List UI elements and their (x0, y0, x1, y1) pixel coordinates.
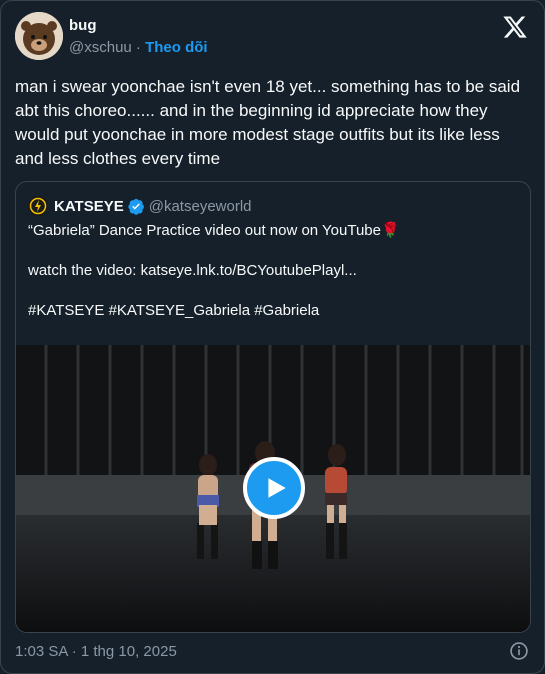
handle-separator: · (131, 39, 146, 56)
follow-button[interactable]: Theo dõi (145, 39, 208, 56)
play-button[interactable] (243, 457, 305, 519)
video-player[interactable] (16, 345, 530, 632)
tweet-text: man i swear yoonchae isn't even 18 yet..… (15, 77, 521, 168)
quoted-line-1: “Gabriela” Dance Practice video out now … (28, 222, 381, 239)
tweet-card: bug @xschuu · Theo dõi man i swear yoonc… (0, 0, 545, 674)
info-icon[interactable] (509, 641, 529, 661)
avatar[interactable] (15, 12, 63, 60)
quoted-hashtags: #KATSEYE #KATSEYE_Gabriela #Gabriela (28, 302, 320, 319)
tweet-timestamp[interactable]: 1:03 SA · 1 thg 10, 2025 (15, 643, 177, 660)
quoted-tweet[interactable]: KATSEYE @katseyeworld “Gabriela” Dance P… (15, 181, 531, 633)
quoted-display-name: KATSEYE (54, 197, 124, 215)
quoted-avatar (28, 196, 48, 216)
verified-icon (128, 198, 145, 215)
author-display-name[interactable]: bug (69, 16, 208, 35)
tweet-header: bug @xschuu · Theo dõi (15, 12, 530, 62)
play-icon (268, 478, 286, 498)
quoted-line-2: watch the video: katseye.lnk.to/BCYoutub… (28, 262, 357, 279)
rose-emoji: 🌹 (381, 222, 400, 239)
quoted-text: “Gabriela” Dance Practice video out now … (28, 221, 518, 321)
x-logo-icon[interactable] (502, 14, 528, 40)
quoted-handle: @katseyeworld (148, 197, 252, 215)
author-handle[interactable]: @xschuu (69, 39, 132, 56)
